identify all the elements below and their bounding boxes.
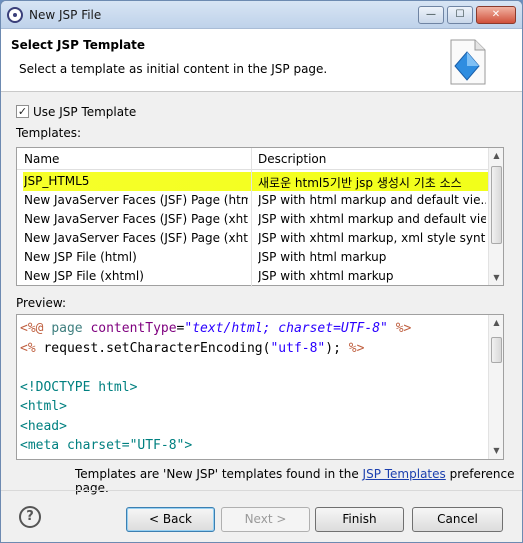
table-row[interactable]: New JavaServer Faces (JSF) Page (xhtml..… bbox=[17, 229, 488, 248]
scroll-up-arrow-icon[interactable]: ▲ bbox=[489, 148, 504, 163]
scroll-thumb[interactable] bbox=[491, 337, 502, 363]
templates-scrollbar[interactable]: ▲ ▼ bbox=[488, 148, 503, 285]
templates-label: Templates: bbox=[16, 126, 82, 140]
scroll-down-arrow-icon[interactable]: ▼ bbox=[489, 270, 504, 285]
template-name: New JavaServer Faces (JSF) Page (html) bbox=[24, 193, 248, 207]
table-row[interactable]: New JavaServer Faces (JSF) Page (html) J… bbox=[17, 191, 488, 210]
help-icon[interactable]: ? bbox=[19, 506, 41, 528]
page-title: Select JSP Template bbox=[11, 38, 146, 52]
template-name: JSP_HTML5 bbox=[24, 174, 90, 188]
template-description: JSP with xhtml markup and default vie... bbox=[258, 212, 486, 226]
code-token: "text/html; charset=UTF-8" bbox=[184, 321, 388, 336]
close-button[interactable]: ✕ bbox=[476, 6, 516, 24]
template-description: JSP with html markup bbox=[258, 250, 387, 264]
template-description: 새로운 html5기반 jsp 생성시 기초 소스 bbox=[258, 176, 462, 190]
template-name: New JavaServer Faces (JSF) Page (xhtml) bbox=[24, 212, 248, 226]
code-token: <html> bbox=[20, 399, 67, 414]
minimize-button[interactable]: — bbox=[418, 6, 444, 24]
page-description: Select a template as initial content in … bbox=[19, 62, 328, 76]
column-divider[interactable] bbox=[251, 148, 252, 287]
code-token: "utf-8" bbox=[270, 340, 326, 356]
eclipse-icon bbox=[7, 7, 23, 23]
jsp-templates-link[interactable]: JSP Templates bbox=[363, 467, 446, 481]
template-name: New JSP File (xhtml) bbox=[24, 269, 144, 283]
new-jsp-file-dialog: New JSP File — ☐ ✕ Select JSP Template S… bbox=[0, 0, 523, 543]
button-bar-separator bbox=[1, 490, 522, 491]
wizard-header: Select JSP Template Select a template as… bbox=[1, 29, 522, 92]
scroll-up-arrow-icon[interactable]: ▲ bbox=[489, 315, 503, 330]
table-row[interactable]: JSP_HTML5 새로운 html5기반 jsp 생성시 기초 소스 bbox=[17, 172, 488, 191]
window-title: New JSP File bbox=[29, 8, 102, 22]
scroll-down-arrow-icon[interactable]: ▼ bbox=[489, 443, 503, 458]
templates-table[interactable]: Name Description JSP_HTML5 새로운 html5기반 j… bbox=[16, 147, 504, 287]
code-token: %> bbox=[387, 321, 412, 336]
use-template-label[interactable]: Use JSP Template bbox=[33, 105, 136, 119]
code-line: <!DOCTYPE html> bbox=[20, 378, 137, 397]
code-token: contentType bbox=[90, 321, 177, 336]
finish-button[interactable]: Finish bbox=[315, 507, 404, 532]
jsp-file-wizard-icon bbox=[450, 39, 486, 85]
code-token: <meta charset="UTF-8"> bbox=[20, 438, 193, 453]
table-row[interactable]: New JSP File (html) JSP with html markup bbox=[17, 248, 488, 267]
code-line: <%@ page contentType="text/html; charset… bbox=[20, 319, 411, 338]
code-token: page bbox=[51, 321, 91, 336]
title-bar[interactable]: New JSP File — ☐ ✕ bbox=[1, 1, 522, 29]
template-description: JSP with html markup and default vie... bbox=[258, 193, 486, 207]
code-line: <% request.setCharacterEncoding("utf-8")… bbox=[20, 339, 364, 358]
preview-scrollbar[interactable]: ▲ ▼ bbox=[488, 315, 503, 459]
maximize-button[interactable]: ☐ bbox=[447, 6, 473, 24]
code-line: <head> bbox=[20, 417, 67, 436]
code-line: <meta charset="UTF-8"> bbox=[20, 436, 192, 455]
column-header-name[interactable]: Name bbox=[24, 152, 59, 166]
preview-label: Preview: bbox=[16, 296, 67, 310]
code-token: request.setCharacterEncoding( bbox=[43, 340, 271, 356]
code-token: ); bbox=[325, 340, 349, 356]
template-name: New JSP File (html) bbox=[24, 250, 137, 264]
table-header: Name Description bbox=[17, 148, 488, 170]
back-button[interactable]: < Back bbox=[126, 507, 215, 532]
code-token: <!DOCTYPE html> bbox=[20, 379, 138, 395]
code-token: <head> bbox=[20, 418, 67, 434]
table-row[interactable]: New JSP File (xhtml) JSP with xhtml mark… bbox=[17, 267, 488, 286]
code-token: %> bbox=[348, 340, 365, 356]
code-token: <%@ bbox=[20, 321, 52, 336]
code-token: <% bbox=[20, 340, 44, 356]
code-line: <html> bbox=[20, 397, 67, 416]
column-header-description[interactable]: Description bbox=[258, 152, 326, 166]
preview-pane[interactable]: <%@ page contentType="text/html; charset… bbox=[16, 314, 504, 460]
next-button[interactable]: Next > bbox=[221, 507, 310, 532]
table-row[interactable]: New JavaServer Faces (JSF) Page (xhtml) … bbox=[17, 210, 488, 229]
template-description: JSP with xhtml markup bbox=[258, 269, 394, 283]
footer-note-prefix: Templates are 'New JSP' templates found … bbox=[75, 467, 363, 481]
cancel-button[interactable]: Cancel bbox=[412, 507, 503, 532]
use-template-checkbox[interactable]: ✓ bbox=[16, 105, 29, 118]
template-description: JSP with xhtml markup, xml style synt... bbox=[258, 231, 486, 245]
scroll-thumb[interactable] bbox=[491, 166, 502, 244]
template-name: New JavaServer Faces (JSF) Page (xhtml..… bbox=[24, 231, 248, 245]
